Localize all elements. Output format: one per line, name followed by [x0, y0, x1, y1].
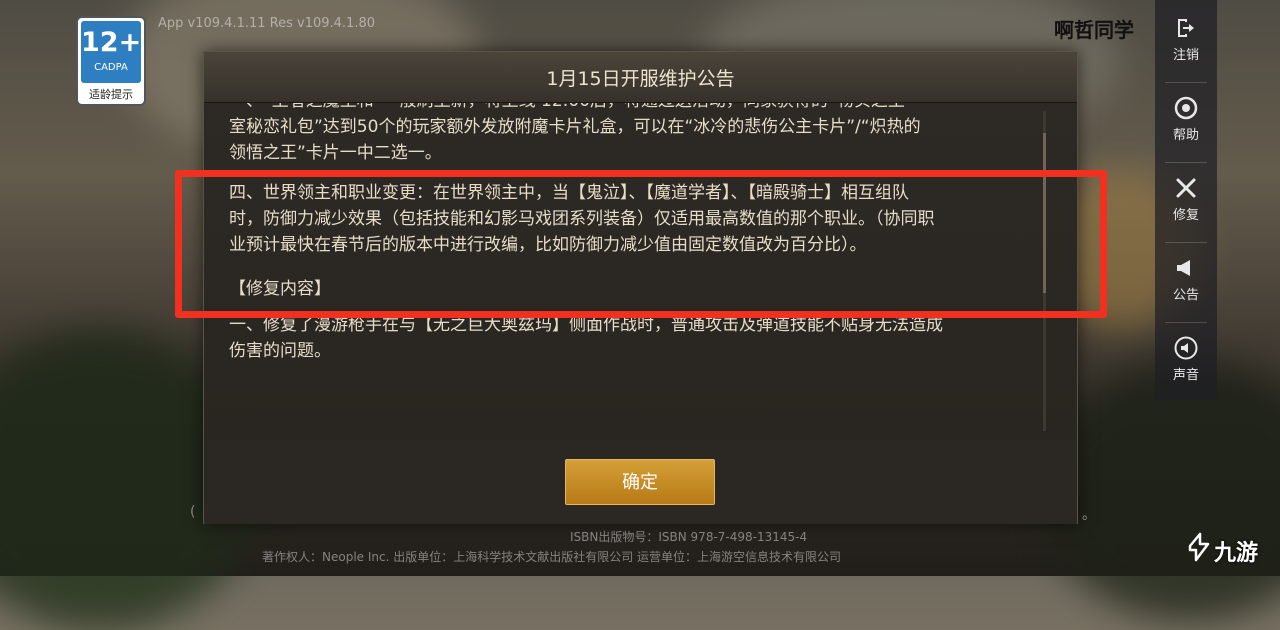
- age-rating-top: 12+ CADPA: [81, 21, 141, 83]
- notice-line: 室秘恋礼包”达到50个的玩家额外发放附魔卡片礼盒，可以在“冰冷的悲伤公主卡片”/…: [229, 117, 921, 137]
- copyright-line: 著作权人：Neople Inc. 出版单位：上海科学技术文献出版社有限公司 运营…: [262, 550, 842, 564]
- help-icon: [1174, 96, 1198, 120]
- side-menu: 注销 帮助 修复 公告 声音: [1155, 0, 1217, 400]
- side-item-label: 公告: [1172, 288, 1199, 303]
- background-text-fragment: 。: [1082, 507, 1096, 523]
- confirm-button[interactable]: 确定: [565, 459, 715, 505]
- repair-icon: [1176, 178, 1196, 198]
- divider: [1165, 322, 1207, 323]
- divider: [1165, 162, 1207, 163]
- side-item-help[interactable]: 帮助: [1155, 96, 1217, 143]
- side-item-label: 声音: [1172, 368, 1199, 383]
- side-item-announcement[interactable]: 公告: [1155, 256, 1217, 303]
- side-item-label: 修复: [1172, 208, 1199, 223]
- side-item-sound[interactable]: 声音: [1155, 336, 1217, 383]
- username: 啊哲同学: [1054, 18, 1134, 42]
- side-item-repair[interactable]: 修复: [1155, 176, 1217, 223]
- dialog-title: 1月15日开服维护公告: [546, 68, 735, 90]
- highlight-annotation-box: [175, 170, 1107, 318]
- side-item-logout[interactable]: 注销: [1155, 16, 1217, 63]
- dialog-header: 1月15日开服维护公告: [204, 52, 1077, 103]
- announcement-icon: [1177, 260, 1190, 276]
- background-text-fragment: (: [190, 504, 196, 520]
- age-rating-org: CADPA: [94, 62, 128, 73]
- age-rating-tip: 适龄提示: [89, 88, 133, 101]
- watermark-icon: [1188, 532, 1210, 562]
- notice-line: 领悟之王”卡片一中二选一。: [229, 143, 442, 163]
- copyright-line: ISBN出版物号：ISBN 978-7-498-13145-4: [570, 530, 808, 544]
- age-rating-badge: 12+ CADPA 适龄提示: [76, 16, 146, 106]
- dialog-footer: 确定: [204, 440, 1077, 524]
- side-item-label: 注销: [1172, 48, 1199, 63]
- divider: [1165, 242, 1207, 243]
- watermark-text: 九游: [1214, 541, 1259, 566]
- notice-line: 一、“王者之魔王和”一般刷土新，将上线 12:00后，将通过送活动，同家获得的“…: [229, 103, 1049, 114]
- logout-icon: [1178, 19, 1194, 37]
- divider: [1165, 82, 1207, 83]
- age-rating-number: 12+: [81, 27, 142, 58]
- notice-line: 伤害的问题。: [229, 341, 331, 361]
- sound-icon: [1174, 336, 1198, 360]
- side-item-label: 帮助: [1172, 128, 1199, 143]
- version-text: App v109.4.1.11 Res v109.4.1.80: [158, 16, 375, 31]
